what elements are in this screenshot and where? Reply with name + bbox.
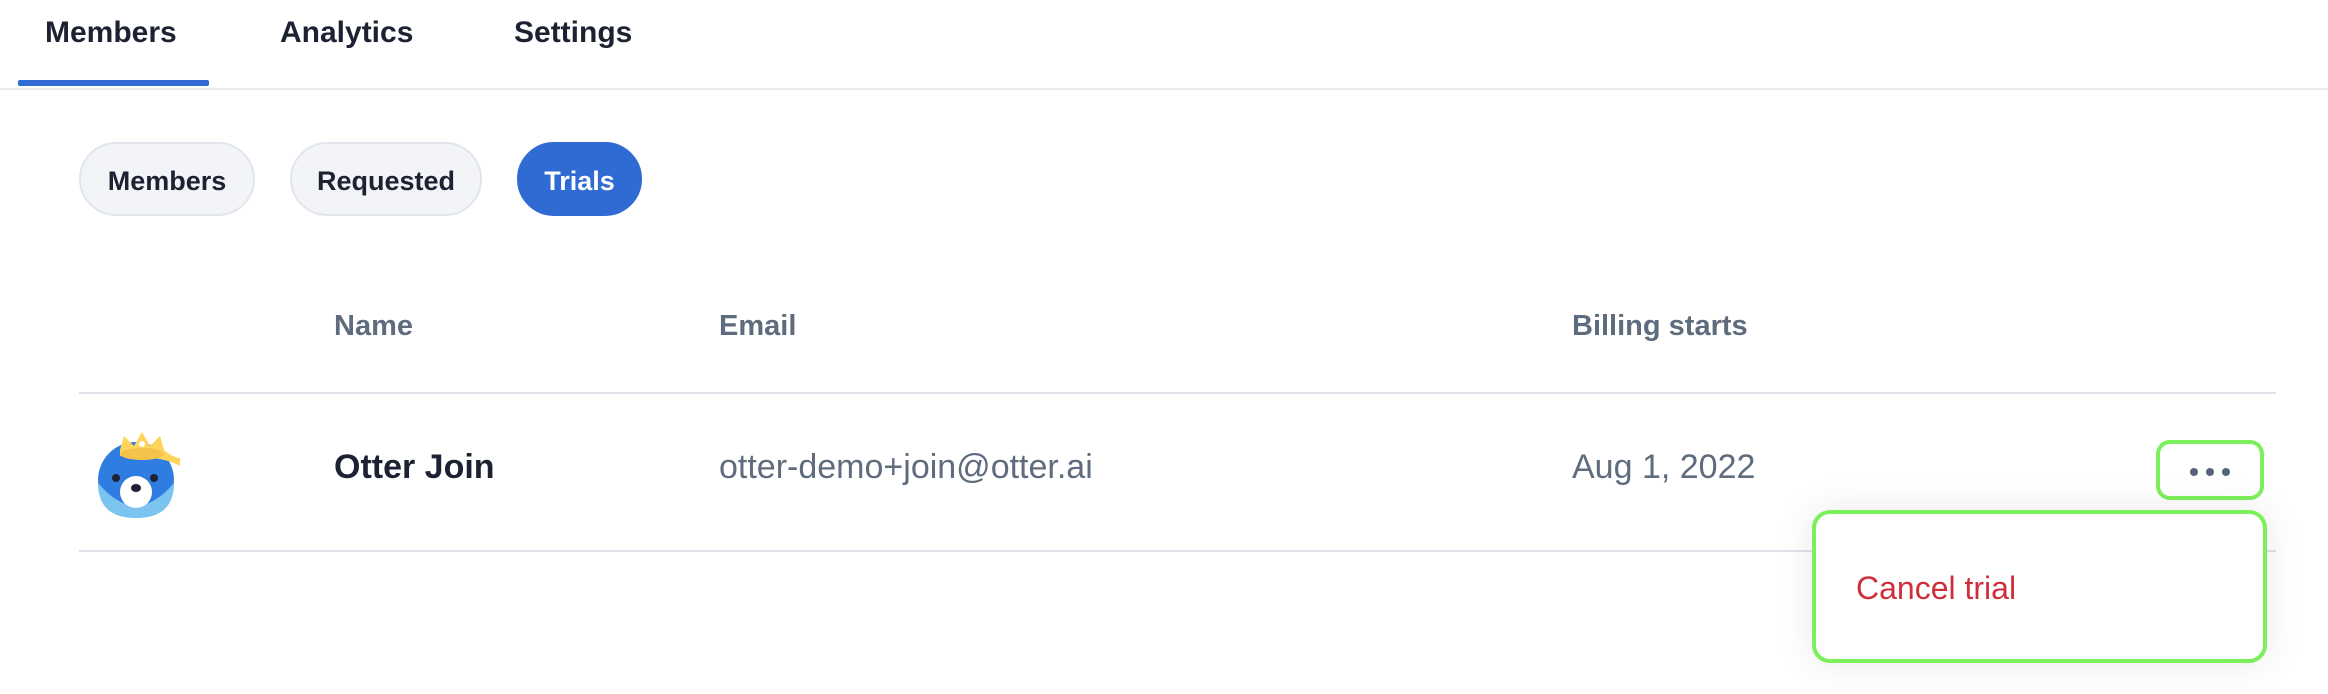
tab-members[interactable]: Members bbox=[45, 8, 177, 58]
filter-trials-button[interactable]: Trials bbox=[517, 142, 642, 216]
filter-requested-button[interactable]: Requested bbox=[290, 142, 482, 216]
top-tab-bar: Members Analytics Settings bbox=[0, 0, 2328, 90]
tab-analytics[interactable]: Analytics bbox=[280, 8, 413, 58]
more-horizontal-icon bbox=[2190, 468, 2198, 476]
member-billing-starts: Aug 1, 2022 bbox=[1572, 448, 1756, 486]
column-header-billing-starts[interactable]: Billing starts bbox=[1572, 310, 1748, 343]
members-page: Members Analytics Settings Members Reque… bbox=[0, 0, 2328, 694]
otter-avatar-icon bbox=[94, 428, 184, 518]
more-horizontal-icon bbox=[2222, 468, 2230, 476]
active-tab-indicator bbox=[18, 80, 209, 86]
row-more-button[interactable] bbox=[2156, 440, 2264, 500]
filter-members-button[interactable]: Members bbox=[79, 142, 255, 216]
otter-avatar-icon-graphic bbox=[98, 432, 180, 518]
cancel-trial-menu-item[interactable]: Cancel trial bbox=[1856, 570, 2016, 607]
row-actions-menu: Cancel trial bbox=[1812, 510, 2267, 663]
more-horizontal-icon bbox=[2206, 468, 2214, 476]
table-divider bbox=[79, 392, 2276, 394]
member-email: otter-demo+join@otter.ai bbox=[719, 448, 1093, 486]
member-name: Otter Join bbox=[334, 448, 495, 486]
column-header-name[interactable]: Name bbox=[334, 310, 413, 343]
tab-settings[interactable]: Settings bbox=[514, 8, 632, 58]
column-header-email[interactable]: Email bbox=[719, 310, 796, 343]
